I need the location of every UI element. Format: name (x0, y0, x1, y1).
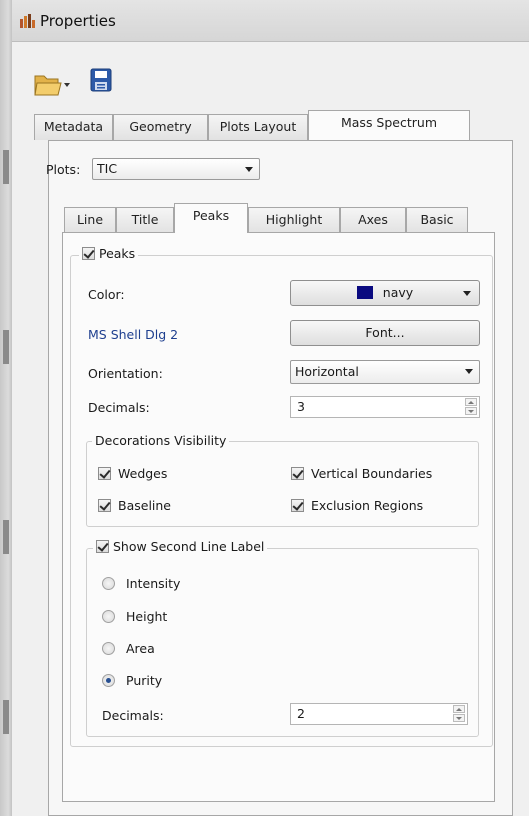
second-line-checkbox[interactable] (96, 540, 109, 553)
purity-label: Purity (126, 673, 163, 688)
properties-window: Properties Metadata Geometry Plots Layou… (12, 0, 529, 816)
app-icon (20, 14, 35, 28)
wedges-checkbox[interactable] (98, 467, 111, 480)
height-radio[interactable] (102, 610, 115, 623)
color-swatch (356, 286, 373, 299)
tab-axes[interactable]: Axes (340, 207, 406, 233)
tab-peaks[interactable]: Peaks (174, 203, 248, 233)
intensity-label: Intensity (126, 576, 181, 591)
intensity-radio[interactable] (102, 577, 115, 590)
plots-dropdown[interactable]: TIC (92, 158, 260, 180)
area-label: Area (126, 641, 155, 656)
decimals-spinbox[interactable]: 3 (290, 396, 480, 418)
color-picker-button[interactable]: navy (290, 280, 480, 306)
font-name-label: MS Shell Dlg 2 (88, 327, 179, 342)
window-edge (0, 0, 12, 816)
tab-highlight[interactable]: Highlight (248, 207, 340, 233)
second-line-label: Show Second Line Label (112, 539, 265, 554)
tab-plots-layout[interactable]: Plots Layout (208, 114, 308, 140)
tab-basic[interactable]: Basic (406, 207, 468, 233)
spin-up-icon[interactable] (465, 398, 477, 406)
title-bar[interactable]: Properties (12, 0, 529, 42)
peaks-group-label: Peaks (98, 246, 136, 261)
vertical-boundaries-checkbox[interactable] (291, 467, 304, 480)
second-line-header: Show Second Line Label (93, 539, 268, 557)
chevron-down-icon (465, 369, 473, 374)
chevron-down-icon (463, 291, 471, 296)
peaks-checkbox[interactable] (82, 247, 95, 260)
spin-down-icon[interactable] (453, 714, 465, 722)
font-button[interactable]: Font... (290, 320, 480, 346)
height-label: Height (126, 609, 168, 624)
window-title: Properties (40, 12, 116, 30)
decorations-group-title: Decorations Visibility (92, 433, 230, 448)
purity-radio[interactable] (102, 674, 115, 687)
tab-metadata[interactable]: Metadata (34, 114, 113, 140)
exclusion-regions-label: Exclusion Regions (311, 498, 424, 513)
second-decimals-spinbox[interactable]: 2 (290, 703, 468, 725)
spin-up-icon[interactable] (453, 705, 465, 713)
save-icon[interactable] (90, 68, 112, 92)
area-radio[interactable] (102, 642, 115, 655)
peaks-group-header: Peaks (79, 246, 139, 264)
tab-mass-spectrum[interactable]: Mass Spectrum (308, 110, 470, 140)
baseline-label: Baseline (118, 498, 171, 513)
spin-down-icon[interactable] (465, 407, 477, 415)
color-label: Color: (88, 287, 125, 302)
plots-label: Plots: (46, 162, 81, 177)
orientation-dropdown[interactable]: Horizontal (290, 360, 480, 384)
vertical-boundaries-label: Vertical Boundaries (311, 466, 433, 481)
baseline-checkbox[interactable] (98, 499, 111, 512)
tab-geometry[interactable]: Geometry (113, 114, 208, 140)
chevron-down-icon (245, 167, 253, 172)
exclusion-regions-checkbox[interactable] (291, 499, 304, 512)
wedges-label: Wedges (118, 466, 168, 481)
decimals-label: Decimals: (88, 400, 150, 415)
tab-line[interactable]: Line (64, 207, 116, 233)
orientation-label: Orientation: (88, 366, 163, 381)
decorations-group (86, 441, 479, 527)
open-folder-icon[interactable] (34, 70, 72, 98)
second-decimals-label: Decimals: (102, 708, 164, 723)
tab-title[interactable]: Title (116, 207, 174, 233)
